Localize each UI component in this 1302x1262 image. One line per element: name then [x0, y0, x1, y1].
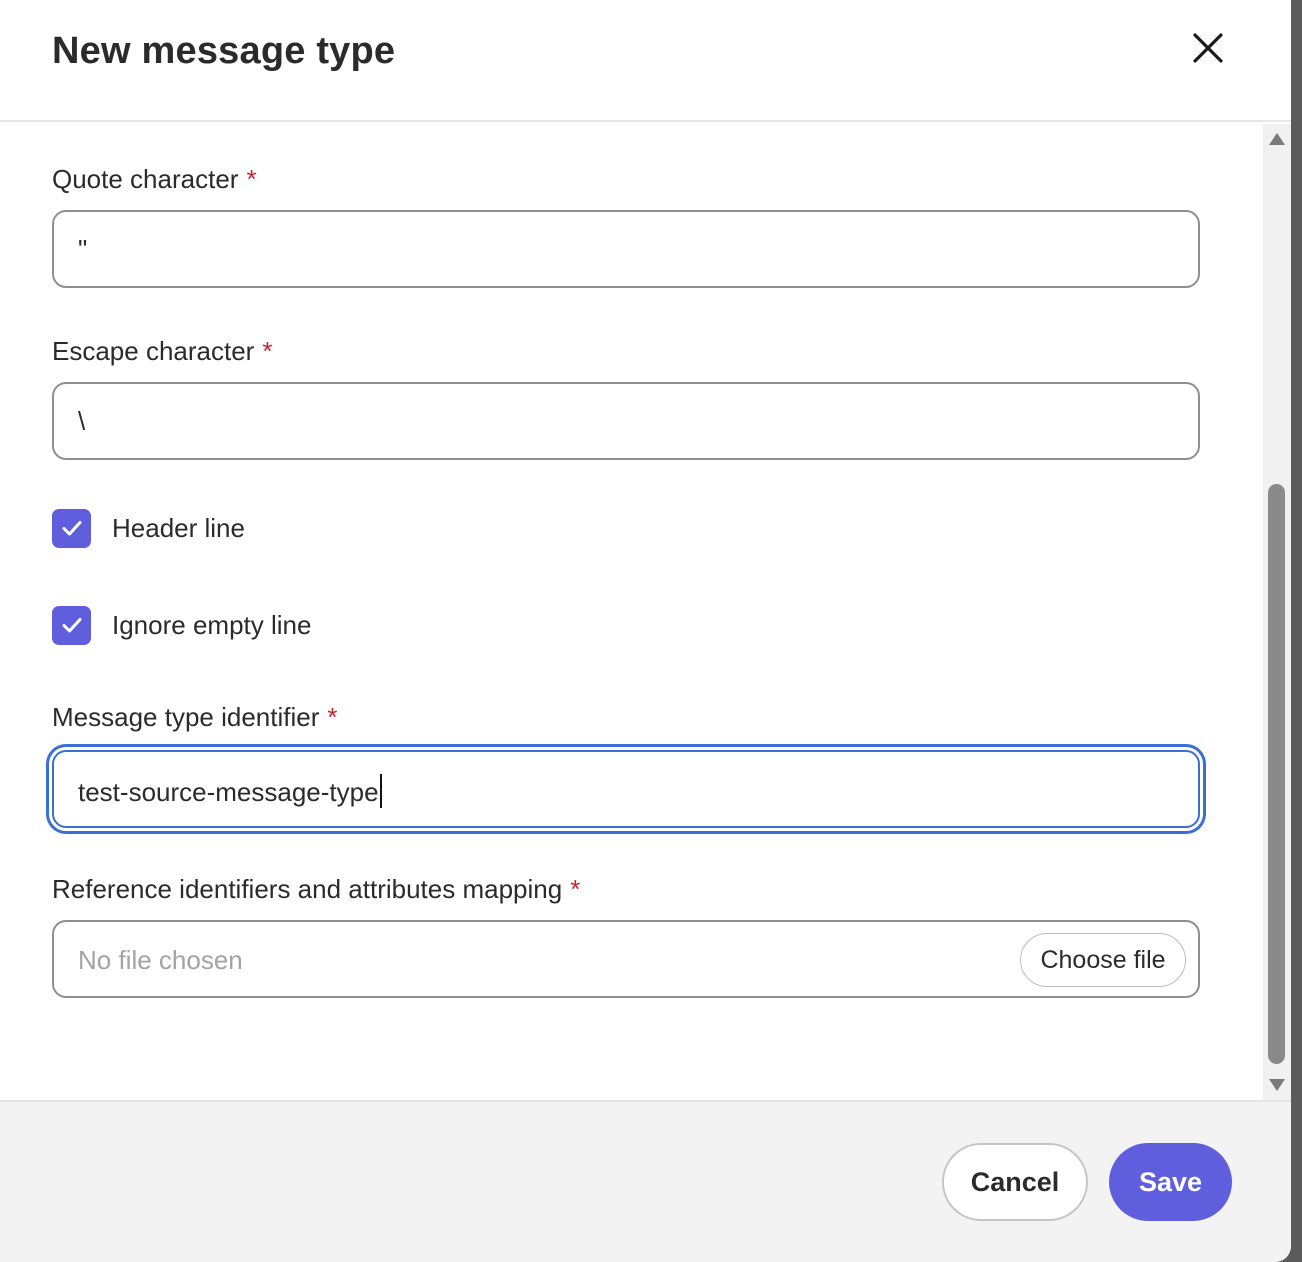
checkmark-icon — [62, 521, 81, 536]
ignore-empty-line-checkbox[interactable] — [52, 605, 91, 645]
header-line-checkbox[interactable] — [52, 508, 91, 548]
quote-character-input[interactable]: " — [52, 210, 1200, 288]
dialog-header: New message type — [0, 0, 1291, 122]
scroll-up-arrow-icon[interactable] — [1267, 130, 1287, 148]
message-type-identifier-label-text: Message type identifier — [52, 702, 320, 732]
new-message-type-dialog: New message type Quote character * " Esca… — [0, 0, 1291, 1262]
choose-file-button[interactable]: Choose file — [1020, 933, 1186, 987]
file-placeholder: No file chosen — [78, 945, 243, 975]
required-asterisk: * — [246, 164, 257, 194]
mapping-label: Reference identifiers and attributes map… — [52, 874, 580, 905]
escape-character-label: Escape character * — [52, 336, 272, 367]
quote-character-label-text: Quote character — [52, 164, 239, 194]
scroll-down-arrow-icon[interactable] — [1267, 1076, 1287, 1094]
required-asterisk: * — [262, 336, 273, 366]
dialog-footer: Cancel Save — [0, 1100, 1291, 1262]
required-asterisk: * — [327, 702, 338, 732]
save-button[interactable]: Save — [1109, 1143, 1232, 1221]
escape-character-value: \ — [78, 406, 86, 436]
quote-character-value: " — [78, 234, 88, 264]
close-button[interactable] — [1186, 26, 1230, 70]
ignore-empty-line-checkbox-row[interactable]: Ignore empty line — [52, 605, 311, 645]
ignore-empty-line-label: Ignore empty line — [112, 609, 312, 640]
dialog-title: New message type — [52, 30, 396, 72]
escape-character-input[interactable]: \ — [52, 382, 1200, 460]
cancel-button[interactable]: Cancel — [942, 1143, 1088, 1221]
scrollbar-thumb[interactable] — [1268, 484, 1285, 1064]
message-type-identifier-input[interactable]: test-source-message-type — [52, 750, 1200, 828]
escape-character-label-text: Escape character — [52, 336, 255, 366]
quote-character-label: Quote character * — [52, 164, 257, 195]
checkmark-icon — [62, 618, 81, 633]
required-asterisk: * — [570, 874, 581, 904]
vertical-scrollbar[interactable] — [1263, 124, 1291, 1100]
text-caret — [379, 774, 382, 808]
message-type-identifier-label: Message type identifier * — [52, 702, 338, 733]
mapping-label-text: Reference identifiers and attributes map… — [52, 874, 563, 904]
message-type-identifier-value: test-source-message-type — [78, 777, 379, 807]
message-type-identifier-value-wrap: test-source-message-type — [78, 774, 382, 808]
close-icon — [1193, 33, 1223, 63]
header-line-checkbox-row[interactable]: Header line — [52, 508, 245, 548]
dialog-body: Quote character * " Escape character * \ H… — [0, 124, 1262, 1100]
mapping-file-input[interactable]: No file chosen Choose file — [52, 920, 1200, 998]
header-line-label: Header line — [112, 512, 245, 543]
